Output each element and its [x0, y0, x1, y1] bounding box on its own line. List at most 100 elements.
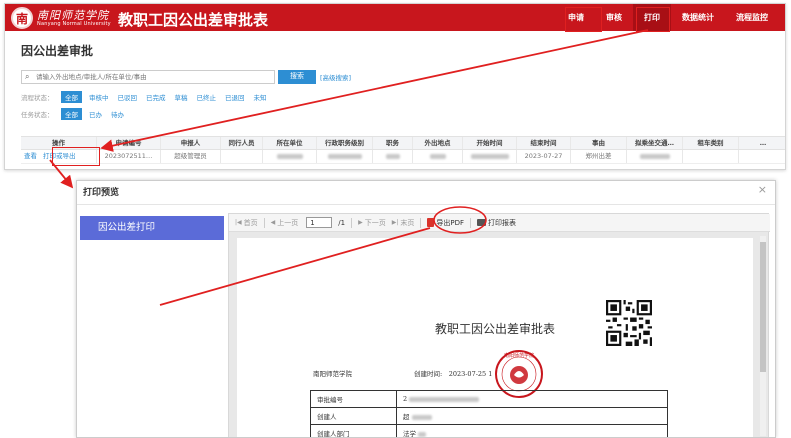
task-status-label: 任务状态： [21, 111, 54, 119]
sidebar-item-print[interactable]: 因公出差打印 [80, 216, 224, 240]
next-page-label: 下一页 [364, 218, 386, 227]
search-icon: ⌕ [25, 72, 30, 81]
table-row: 查看 打印或导出 2023072511… 超级管理员 2023-07-27 郑州出… [21, 150, 785, 164]
task-opt-all[interactable]: 全部 [61, 108, 82, 120]
viewer-toolbar: |◀首页 ◀上一页 /1 ▶下一页 ▶|末页 导出PDF 打印报表 [229, 214, 770, 232]
row-value: 法学 [396, 424, 668, 437]
toolbar-divider [263, 217, 265, 228]
search-button[interactable]: 搜索 [278, 70, 316, 84]
next-page-button[interactable]: ▶ 下一页 [358, 218, 386, 228]
dialog-title: 打印预览 [83, 188, 120, 198]
search-input[interactable] [36, 71, 272, 83]
toolbar-divider [420, 217, 422, 228]
prev-page-label: 上一页 [277, 218, 299, 227]
application-table: 操作 申请编号 申报人 同行人员 所在单位 行政职务级别 职务 外出地点 开始时… [21, 136, 785, 164]
col-destination: 外出地点 [413, 137, 463, 149]
col-admin-level: 行政职务级别 [317, 137, 373, 149]
col-end-time: 结束时间 [517, 137, 571, 149]
highlight-apply-nav [565, 7, 602, 32]
last-page-button[interactable]: ▶| 末页 [392, 218, 415, 228]
cell-end-time: 2023-07-27 [517, 150, 571, 163]
document-title: 教职工因公出差审批表 [434, 322, 555, 336]
app-window: 南 南阳师范学院 Nanyang Normal University 教职工因公… [4, 3, 786, 170]
cell-admin-level [317, 150, 373, 163]
cell-more [739, 150, 785, 163]
col-reason: 事由 [571, 137, 627, 149]
flow-opt-returned[interactable]: 已退回 [223, 91, 247, 103]
viewer-scrollbar[interactable] [760, 236, 766, 436]
next-page-icon: ▶ [358, 219, 363, 226]
col-start-time: 开始时间 [463, 137, 517, 149]
flow-opt-draft[interactable]: 草稿 [173, 91, 190, 103]
close-icon[interactable]: × [758, 183, 767, 196]
report-page: 教职工因公出差审批表 南阳师范学院 创建时间: 2023-07-25 1 南阳师… [237, 238, 753, 437]
highlight-print-nav [636, 7, 670, 32]
last-page-icon: ▶| [391, 219, 399, 226]
flow-status-filter: 流程状态： 全部 审核中 已驳回 已完成 草稿 已终止 已退回 未知 [21, 91, 274, 103]
col-rental: 租车类别 [683, 137, 739, 149]
row-value: 超 [396, 407, 668, 425]
document-org: 南阳师范学院 [313, 370, 352, 378]
svg-text:南阳师范学院: 南阳师范学院 [504, 352, 534, 359]
table-row: 创建人 超 [310, 407, 668, 425]
col-more: … [759, 139, 767, 147]
app-title: 教职工因公出差审批表 [118, 11, 269, 29]
print-preview-dialog: 打印预览 × 因公出差打印 |◀首页 ◀上一页 /1 ▶下一页 ▶|末页 导出P… [76, 180, 776, 438]
flow-opt-unknown[interactable]: 未知 [252, 91, 269, 103]
nav-more[interactable] [779, 4, 785, 31]
document-table: 审批编号 2 创建人 超 创建人部门 法学 申报人 [310, 390, 668, 437]
toolbar-divider [351, 217, 353, 228]
col-transport: 拟乘坐交通… [627, 137, 683, 149]
advanced-search-link[interactable]: [高级搜索] [320, 72, 351, 82]
flow-opt-reviewing[interactable]: 审核中 [87, 91, 111, 103]
first-page-icon: |◀ [235, 219, 242, 226]
scrollbar-thumb[interactable] [760, 242, 766, 372]
highlight-export-pdf [433, 206, 487, 234]
cell-destination [413, 150, 463, 163]
cell-rental [683, 150, 739, 163]
flow-status-label: 流程状态： [21, 94, 54, 102]
view-link[interactable]: 查看 [24, 152, 37, 160]
screenshot-root: 南 南阳师范学院 Nanyang Normal University 教职工因公… [0, 0, 791, 438]
last-page-label: 末页 [400, 218, 415, 227]
qr-code-icon [606, 300, 652, 346]
print-report-label: 打印报表 [487, 218, 516, 227]
total-pages: /1 [338, 218, 346, 227]
school-logo: 南 [11, 7, 33, 29]
dialog-divider [77, 204, 775, 205]
row-key: 创建人部门 [310, 424, 397, 437]
cell-reason: 郑州出差 [571, 150, 627, 163]
table-row: 审批编号 2 [310, 390, 668, 408]
flow-opt-all[interactable]: 全部 [61, 91, 82, 103]
task-opt-done[interactable]: 已办 [87, 108, 104, 120]
highlight-print-export-link [52, 147, 100, 166]
cell-apply-no: 2023072511… [97, 150, 161, 163]
col-applicant: 申报人 [161, 137, 221, 149]
document-created-time: 创建时间: 2023-07-25 1 [414, 370, 493, 378]
row-value: 2 [396, 390, 668, 408]
cell-applicant: 超级管理员 [161, 150, 221, 163]
search-box: ⌕ [21, 70, 275, 84]
cell-transport [627, 150, 683, 163]
nav-flow-monitor[interactable]: 流程监控 [725, 4, 779, 31]
table-header: 操作 申请编号 申报人 同行人员 所在单位 行政职务级别 职务 外出地点 开始时… [21, 136, 785, 150]
school-name-en: Nanyang Normal University [37, 21, 111, 27]
cell-companion [221, 150, 263, 163]
page-title: 因公出差审批 [21, 44, 94, 58]
flow-opt-done[interactable]: 已完成 [144, 91, 168, 103]
report-viewer: |◀首页 ◀上一页 /1 ▶下一页 ▶|末页 导出PDF 打印报表 教职工因公出… [228, 213, 770, 437]
page-number-input[interactable] [306, 217, 333, 228]
cell-start-time [463, 150, 517, 163]
row-key: 审批编号 [310, 390, 397, 408]
nav-statistics[interactable]: 数据统计 [671, 4, 725, 31]
task-opt-todo[interactable]: 待办 [109, 108, 126, 120]
flow-opt-rejected[interactable]: 已驳回 [116, 91, 140, 103]
col-position: 职务 [373, 137, 413, 149]
prev-page-button[interactable]: ◀ 上一页 [271, 218, 299, 228]
first-page-button[interactable]: |◀ 首页 [235, 218, 258, 228]
flow-opt-terminated[interactable]: 已终止 [195, 91, 219, 103]
col-apply-no: 申请编号 [97, 137, 161, 149]
col-companion: 同行人员 [221, 137, 263, 149]
cell-position [373, 150, 413, 163]
first-page-label: 首页 [243, 218, 258, 227]
